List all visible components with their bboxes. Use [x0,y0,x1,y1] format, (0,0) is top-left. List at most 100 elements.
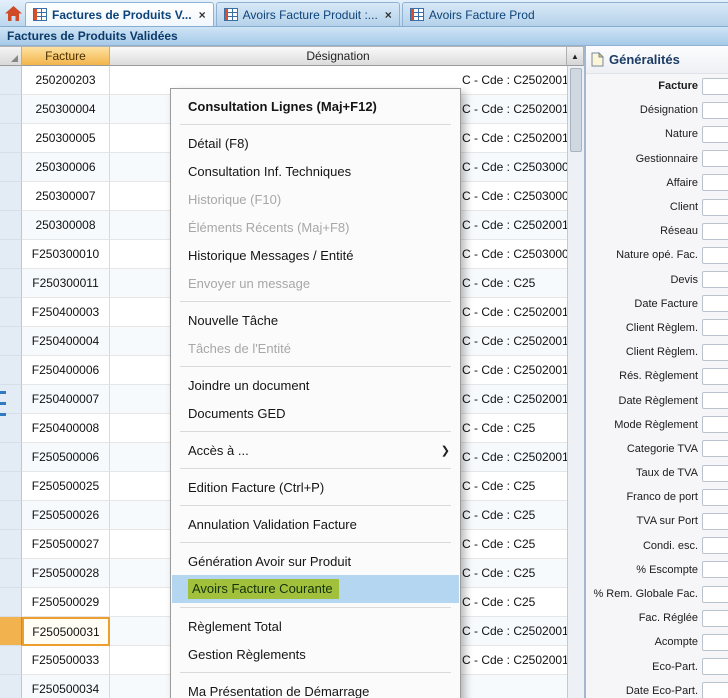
row-header-cell[interactable] [0,385,22,414]
column-header-designation[interactable]: Désignation [110,46,567,66]
row-header-cell[interactable] [0,530,22,559]
row-header-cell[interactable] [0,211,22,240]
field-input[interactable] [702,537,728,554]
field-input[interactable] [702,295,728,312]
tab-2[interactable]: Avoirs Facture Produit :...× [216,2,400,26]
row-header-cell[interactable] [0,66,22,95]
field-input[interactable] [702,319,728,336]
field-input[interactable] [702,489,728,506]
facture-cell[interactable]: F250300011 [22,269,110,298]
context-menu-item[interactable]: Documents GED [172,399,459,427]
row-header-cell[interactable] [0,443,22,472]
context-menu-item[interactable]: Détail (F8) [172,129,459,157]
scroll-up-button[interactable]: ▲ [567,46,584,66]
row-header-cell[interactable] [0,269,22,298]
context-menu-item[interactable]: Ma Présentation de Démarrage [172,677,459,698]
home-button[interactable] [5,2,22,24]
facture-cell[interactable]: 250200203 [22,66,110,95]
tab-close-icon[interactable]: × [385,9,392,21]
row-header-cell[interactable] [0,124,22,153]
field-input[interactable] [702,610,728,627]
context-menu-item[interactable]: Historique Messages / Entité [172,241,459,269]
context-menu-item[interactable]: Consultation Lignes (Maj+F12) [172,92,459,120]
facture-cell[interactable]: 250300005 [22,124,110,153]
field-input[interactable] [702,561,728,578]
field-input[interactable] [702,174,728,191]
row-header-cell[interactable] [0,153,22,182]
facture-cell[interactable]: 250300008 [22,211,110,240]
facture-cell[interactable]: F250500031 [22,617,110,646]
row-header-cell[interactable] [0,472,22,501]
field-input[interactable] [702,150,728,167]
facture-cell[interactable]: F250500029 [22,588,110,617]
tab-1[interactable]: Factures de Produits V...× [25,2,214,26]
vertical-scrollbar[interactable] [567,66,584,698]
row-header-cell[interactable] [0,414,22,443]
row-header-cell[interactable] [0,501,22,530]
field-input[interactable] [702,465,728,482]
context-menu-item[interactable]: Edition Facture (Ctrl+P) [172,473,459,501]
facture-cell[interactable]: 250300006 [22,153,110,182]
field-input[interactable] [702,658,728,675]
facture-cell[interactable]: 250300007 [22,182,110,211]
field-input[interactable] [702,416,728,433]
row-header-cell[interactable] [0,356,22,385]
row-header-cell[interactable] [0,588,22,617]
row-header-cell[interactable] [0,95,22,124]
field-input[interactable] [702,223,728,240]
tab-close-icon[interactable]: × [199,9,206,21]
facture-cell[interactable]: F250400007 [22,385,110,414]
grid-corner-cell[interactable] [0,46,22,66]
panel-field-row: Nature [586,122,728,146]
facture-cell[interactable]: F250500034 [22,675,110,698]
row-header-cell[interactable] [0,559,22,588]
context-menu-item[interactable]: Consultation Inf. Techniques [172,157,459,185]
context-menu-item[interactable]: Accès à ...❯ [172,436,459,464]
field-input[interactable] [702,344,728,361]
panel-field-row: Mode Règlement [586,413,728,437]
facture-cell[interactable]: F250500027 [22,530,110,559]
context-menu-item[interactable]: Joindre un document [172,371,459,399]
facture-cell[interactable]: F250500006 [22,443,110,472]
field-input[interactable] [702,102,728,119]
row-header-cell[interactable] [0,182,22,211]
field-input[interactable] [702,126,728,143]
field-input[interactable] [702,682,728,698]
field-input[interactable] [702,392,728,409]
column-header-facture[interactable]: Facture [22,46,110,66]
facture-cell[interactable]: F250500025 [22,472,110,501]
field-input[interactable] [702,513,728,530]
facture-cell[interactable]: F250500026 [22,501,110,530]
row-header-cell[interactable] [0,240,22,269]
context-menu-item[interactable]: Nouvelle Tâche [172,306,459,334]
field-input[interactable] [702,247,728,264]
context-menu-item[interactable]: Règlement Total [172,612,459,640]
facture-cell[interactable]: F250400004 [22,327,110,356]
context-menu-item[interactable]: Génération Avoir sur Produit [172,547,459,575]
row-header-cell[interactable] [0,327,22,356]
facture-cell[interactable]: F250500028 [22,559,110,588]
context-menu-item[interactable]: Annulation Validation Facture [172,510,459,538]
context-menu-item[interactable]: Gestion Règlements [172,640,459,668]
row-header-cell[interactable] [0,298,22,327]
field-label: TVA sur Port [586,515,698,527]
field-input[interactable] [702,440,728,457]
facture-cell[interactable]: F250500033 [22,646,110,675]
scrollbar-thumb[interactable] [570,68,582,152]
field-input[interactable] [702,271,728,288]
row-header-cell[interactable] [0,646,22,675]
facture-cell[interactable]: F250400003 [22,298,110,327]
facture-cell[interactable]: F250400006 [22,356,110,385]
row-header-cell[interactable] [0,617,22,646]
facture-cell[interactable]: F250400008 [22,414,110,443]
field-input[interactable] [702,78,728,95]
row-header-cell[interactable] [0,675,22,698]
tab-3[interactable]: Avoirs Facture Prod [402,2,728,26]
facture-cell[interactable]: F250300010 [22,240,110,269]
field-input[interactable] [702,199,728,216]
field-input[interactable] [702,586,728,603]
context-menu-item-highlighted[interactable]: Avoirs Facture Courante [172,575,459,603]
field-input[interactable] [702,634,728,651]
field-input[interactable] [702,368,728,385]
facture-cell[interactable]: 250300004 [22,95,110,124]
